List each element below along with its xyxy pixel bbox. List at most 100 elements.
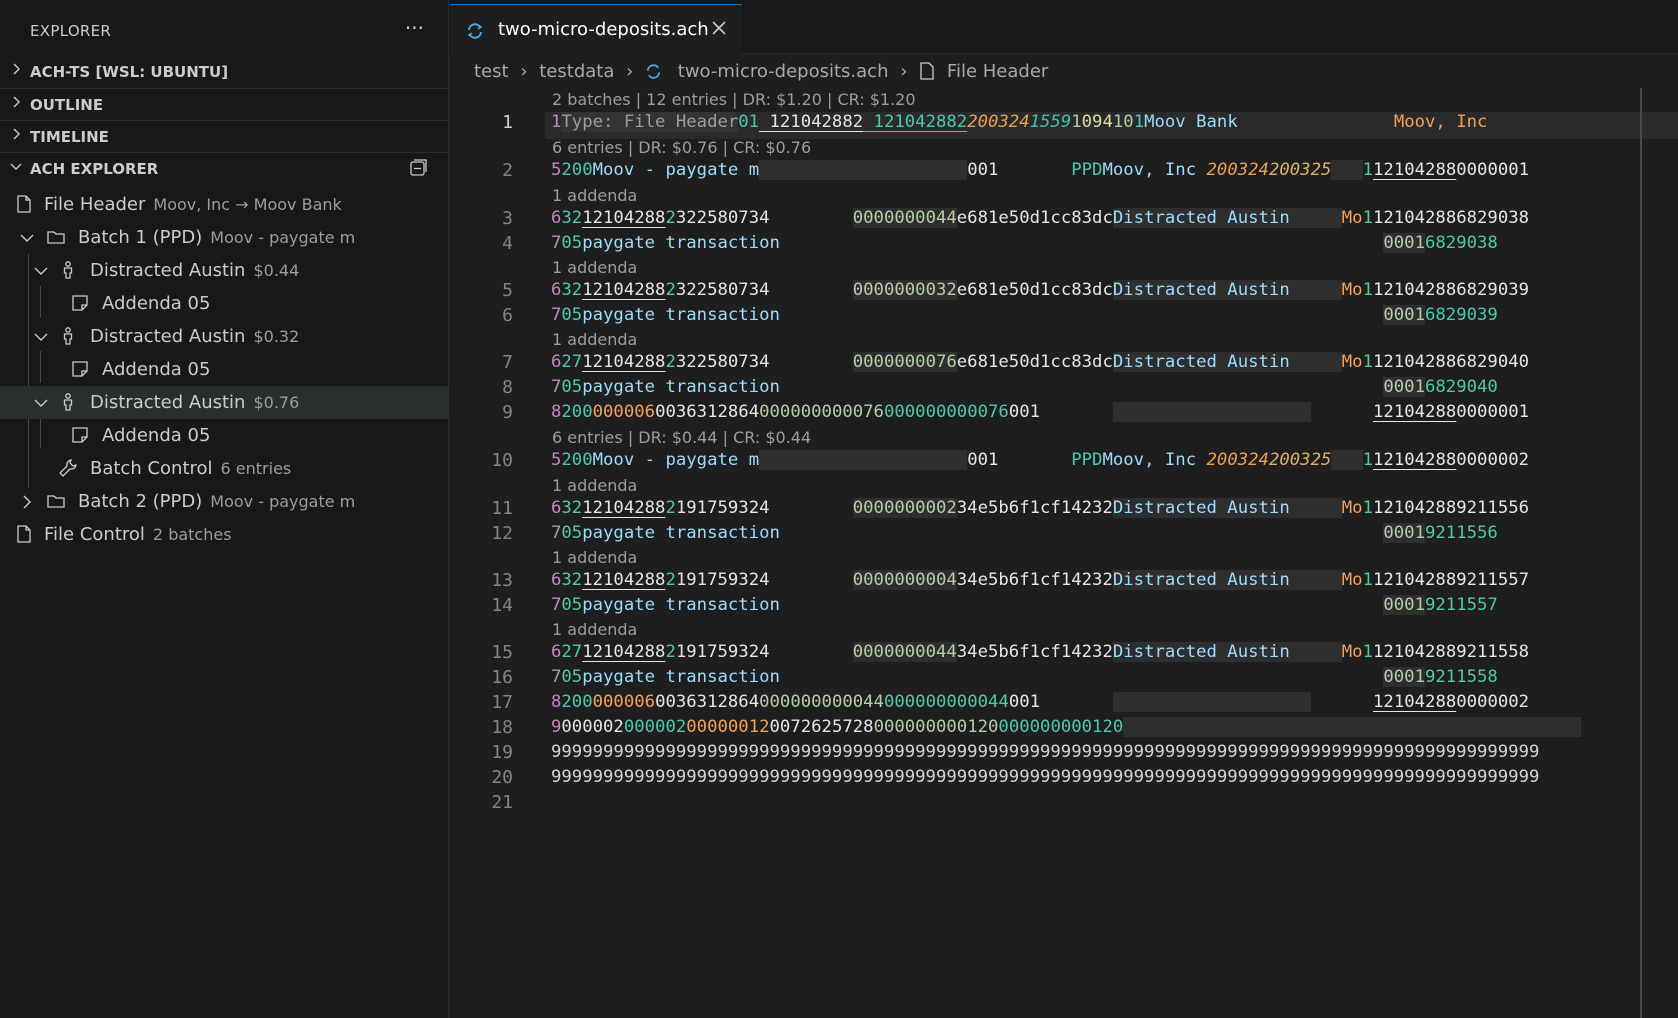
- chevron-down-icon: [20, 234, 34, 242]
- tab-label: two-micro-deposits.ach: [498, 19, 709, 40]
- tree-description: $0.32: [253, 327, 300, 346]
- code-line: 9999999999999999999999999999999999999999…: [551, 767, 1540, 787]
- line-number: 14: [491, 595, 513, 616]
- line-number: 15: [491, 642, 513, 663]
- code-line: 8200000006003631286400000000007600000000…: [551, 402, 1530, 422]
- tree-description: 2 batches: [152, 525, 232, 544]
- more-actions-icon[interactable]: ···: [405, 16, 424, 40]
- section-timeline[interactable]: TIMELINE: [0, 120, 449, 152]
- ach-file-icon: [646, 63, 661, 79]
- tree-item-entry[interactable]: Distracted Austin $0.32: [0, 320, 449, 353]
- tree-item-batch-2[interactable]: Batch 2 (PPD) Moov - paygate m: [0, 485, 449, 518]
- tree-item-batch-control[interactable]: Batch Control 6 entries: [0, 452, 449, 485]
- breadcrumb-item[interactable]: test: [474, 61, 509, 82]
- code-line: 632121042882191759324 000000000234e5b6f1…: [551, 498, 1530, 518]
- code-editor[interactable]: 2 batches | 12 entries | DR: $1.20 | CR:…: [449, 88, 1678, 1018]
- line-number: 1: [502, 112, 513, 133]
- line-number: 7: [502, 352, 513, 373]
- line-number: 11: [491, 498, 513, 519]
- tree-description: $0.76: [253, 393, 300, 412]
- breadcrumb-item[interactable]: two-micro-deposits.ach: [678, 61, 889, 82]
- tree-label: Batch 1 (PPD): [78, 227, 203, 248]
- tree-label: Addenda 05: [102, 359, 211, 380]
- tree-item-addenda[interactable]: Addenda 05: [0, 287, 449, 320]
- line-number: 21: [491, 792, 513, 813]
- line-number: 12: [491, 523, 513, 544]
- editor-ruler: [1640, 88, 1642, 1018]
- code-line: 627121042882322580734 0000000076e681e50d…: [551, 352, 1530, 372]
- tree-item-file-control[interactable]: File Control 2 batches: [0, 518, 449, 551]
- tree-label: Addenda 05: [102, 425, 211, 446]
- section-workspace[interactable]: ACH-TS [WSL: UBUNTU]: [0, 56, 449, 88]
- tree-label: File Header: [44, 194, 146, 215]
- code-line: 632121042882191759324 000000000434e5b6f1…: [551, 570, 1530, 590]
- chevron-down-icon: [34, 399, 48, 407]
- note-icon: [72, 361, 88, 377]
- codelens-addenda[interactable]: 1 addenda: [552, 186, 637, 205]
- code-line: 9999999999999999999999999999999999999999…: [551, 742, 1540, 762]
- tree-label: Addenda 05: [102, 293, 211, 314]
- line-number: 8: [502, 377, 513, 398]
- codelens-batch-summary[interactable]: 6 entries | DR: $0.76 | CR: $0.76: [552, 138, 811, 157]
- file-icon: [17, 525, 31, 543]
- line-number: 4: [502, 233, 513, 254]
- tree-item-addenda[interactable]: Addenda 05: [0, 419, 449, 452]
- tree-label: File Control: [44, 524, 145, 545]
- line-number: 16: [491, 667, 513, 688]
- tree-description: Moov - paygate m: [210, 228, 356, 247]
- codelens-addenda[interactable]: 1 addenda: [552, 476, 637, 495]
- breadcrumb-item[interactable]: File Header: [947, 61, 1048, 82]
- note-icon: [72, 427, 88, 443]
- explorer-sidebar: EXPLORER ··· ACH-TS [WSL: UBUNTU] OUTLIN…: [0, 0, 449, 1018]
- chevron-right-icon: [23, 495, 31, 509]
- tree-description: Moov, Inc → Moov Bank: [153, 195, 342, 214]
- section-label: ACH-TS [WSL: UBUNTU]: [30, 63, 229, 81]
- tree-item-entry[interactable]: Distracted Austin $0.44: [0, 254, 449, 287]
- codelens-addenda[interactable]: 1 addenda: [552, 620, 637, 639]
- chevron-down-icon: [10, 163, 22, 170]
- code-line: 705paygate transaction 00019211558: [551, 667, 1498, 687]
- codelens-file-summary[interactable]: 2 batches | 12 entries | DR: $1.20 | CR:…: [552, 90, 916, 109]
- chevron-right-icon: [13, 63, 20, 75]
- explorer-title: EXPLORER: [30, 22, 112, 40]
- wrench-icon: [59, 459, 77, 477]
- collapse-all-icon[interactable]: [409, 159, 427, 177]
- person-icon: [63, 327, 73, 345]
- codelens-batch-summary[interactable]: 6 entries | DR: $0.44 | CR: $0.44: [552, 428, 811, 447]
- code-line: 8200000006003631286400000000004400000000…: [551, 692, 1530, 712]
- code-line: 1Type: File Header01 121042882 121042882…: [551, 112, 1488, 132]
- line-number: 20: [491, 767, 513, 788]
- file-icon: [17, 195, 31, 213]
- tree-item-file-header[interactable]: File Header Moov, Inc → Moov Bank: [0, 188, 449, 221]
- tree-item-batch-1[interactable]: Batch 1 (PPD) Moov - paygate m: [0, 221, 449, 254]
- folder-icon: [47, 495, 65, 508]
- line-number: 13: [491, 570, 513, 591]
- tree-item-addenda[interactable]: Addenda 05: [0, 353, 449, 386]
- line-number: 19: [491, 742, 513, 763]
- code-line: 627121042882191759324 000000004434e5b6f1…: [551, 642, 1530, 662]
- code-line: 705paygate transaction 00016829040: [551, 377, 1498, 397]
- section-outline[interactable]: OUTLINE: [0, 88, 449, 120]
- breadcrumb-item[interactable]: testdata: [539, 61, 614, 82]
- line-number: 17: [491, 692, 513, 713]
- codelens-addenda[interactable]: 1 addenda: [552, 258, 637, 277]
- line-number: 9: [502, 402, 513, 423]
- tree-label: Batch Control: [90, 458, 213, 479]
- tree-label: Distracted Austin: [90, 392, 246, 413]
- tree-item-entry-selected[interactable]: Distracted Austin $0.76: [0, 386, 449, 419]
- codelens-addenda[interactable]: 1 addenda: [552, 330, 637, 349]
- tree-description: $0.44: [253, 261, 300, 280]
- section-label: OUTLINE: [30, 96, 104, 114]
- section-ach-explorer[interactable]: ACH EXPLORER: [0, 152, 449, 184]
- folder-icon: [47, 231, 65, 244]
- chevron-right-icon: [13, 128, 20, 140]
- person-icon: [63, 261, 73, 279]
- line-number: 2: [502, 160, 513, 181]
- codelens-addenda[interactable]: 1 addenda: [552, 548, 637, 567]
- tab-active[interactable]: two-micro-deposits.ach: [450, 4, 742, 54]
- line-number: 6: [502, 305, 513, 326]
- code-line: 705paygate transaction 00016829038: [551, 233, 1498, 253]
- chevron-down-icon: [34, 267, 48, 275]
- note-icon: [72, 295, 88, 311]
- close-icon[interactable]: [710, 19, 728, 37]
